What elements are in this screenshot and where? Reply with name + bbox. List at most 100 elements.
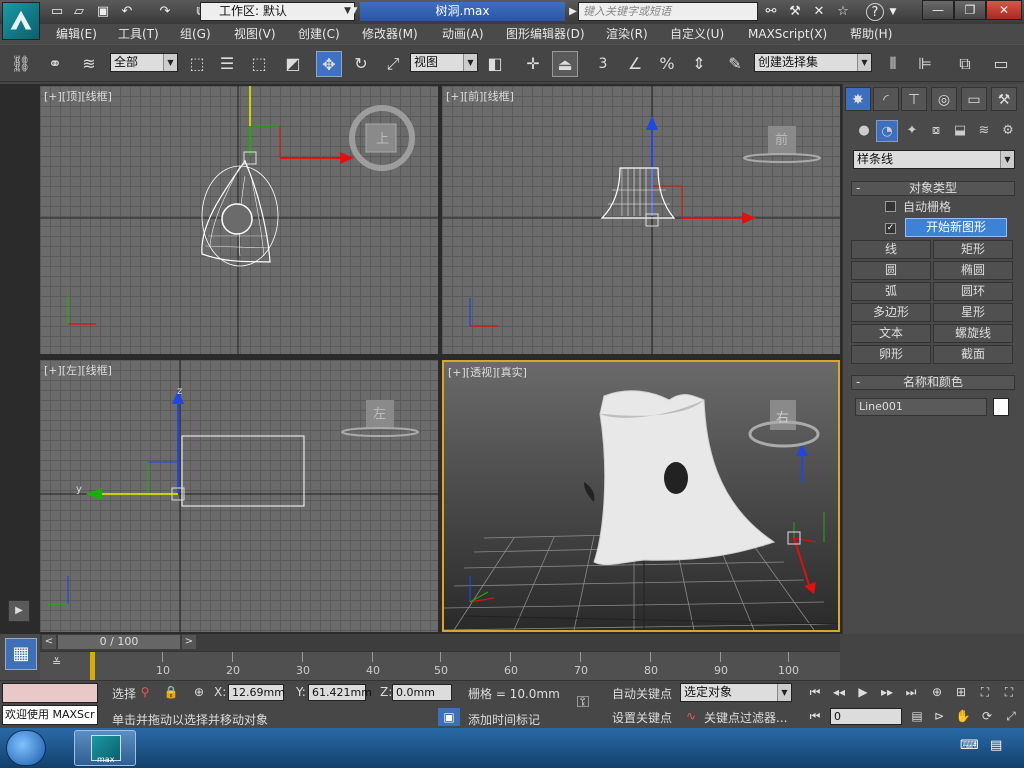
- modify-tab-icon[interactable]: ◜: [873, 87, 899, 111]
- x-coordinate-field[interactable]: 12.69mm: [228, 684, 285, 701]
- field-of-view-icon[interactable]: ⊳: [928, 707, 950, 725]
- isolate-selection-icon[interactable]: ⚲: [134, 683, 156, 701]
- workspace-dropdown[interactable]: 工作区: 默认 ▼: [200, 2, 355, 21]
- pan-view-icon[interactable]: ✋: [952, 707, 974, 725]
- next-frame-icon[interactable]: >: [182, 635, 196, 649]
- time-marker[interactable]: [90, 652, 95, 680]
- z-coordinate-field[interactable]: 0.0mm: [392, 684, 452, 701]
- viewport-layouts-icon[interactable]: ▦: [5, 638, 37, 670]
- manipulate-icon[interactable]: ✛: [520, 51, 546, 77]
- search-input[interactable]: 键入关键字或短语: [578, 2, 758, 21]
- cameras-icon[interactable]: ⧇: [925, 120, 947, 142]
- zoom-icon[interactable]: ⊕: [926, 683, 948, 701]
- zoom-all-icon[interactable]: ⊞: [950, 683, 972, 701]
- select-and-link-icon[interactable]: ⛓: [8, 51, 34, 77]
- systems-icon[interactable]: ⚙: [997, 120, 1019, 142]
- mini-curve-editor-icon[interactable]: ≚: [52, 656, 74, 676]
- reference-coordinate-dropdown[interactable]: 视图 ▼: [410, 53, 478, 72]
- y-coordinate-field[interactable]: 61.421mm: [308, 684, 372, 701]
- menu-maxscript[interactable]: MAXScript(X): [748, 24, 827, 44]
- shape-circle-button[interactable]: 圆: [851, 261, 931, 280]
- pivot-center-icon[interactable]: ◧: [482, 51, 508, 77]
- shape-donut-button[interactable]: 圆环: [933, 282, 1013, 301]
- unlink-icon[interactable]: ⚭: [42, 51, 68, 77]
- select-object-icon[interactable]: ⬚: [184, 51, 210, 77]
- utilities-tab-icon[interactable]: ⚒: [991, 87, 1017, 111]
- orbit-icon[interactable]: ⟳: [976, 707, 998, 725]
- open-file-icon[interactable]: ▱: [70, 3, 88, 21]
- key-mode-toggle-icon[interactable]: ⏮: [804, 707, 826, 725]
- viewport-left[interactable]: [+][左][线框] z y 左: [40, 360, 438, 632]
- maximize-viewport-icon[interactable]: ⤢: [1000, 707, 1022, 725]
- layer-manager-icon[interactable]: ⧉: [952, 51, 978, 77]
- application-menu-button[interactable]: [2, 2, 40, 40]
- space-warps-icon[interactable]: ≋: [973, 120, 995, 142]
- keyboard-shortcut-override-icon[interactable]: ⏏: [552, 51, 578, 77]
- auto-key-button[interactable]: 自动关键点: [612, 685, 672, 702]
- menu-graph-editors[interactable]: 图形编辑器(D): [506, 24, 585, 44]
- maxscript-mini-listener[interactable]: 欢迎使用 MAXScr: [2, 705, 98, 725]
- selection-lock-icon[interactable]: 🔒: [160, 683, 182, 701]
- binoculars-icon[interactable]: ⚯: [762, 3, 780, 21]
- zoom-extents-all-icon[interactable]: ⛶: [998, 683, 1020, 701]
- minimize-button[interactable]: —: [922, 0, 954, 20]
- viewport-top[interactable]: [+][顶][线框] 上: [40, 86, 438, 354]
- key-filters-button[interactable]: 关键点过滤器...: [704, 709, 787, 726]
- object-color-swatch[interactable]: [993, 398, 1009, 416]
- shape-text-button[interactable]: 文本: [851, 324, 931, 343]
- select-and-move-icon[interactable]: ✥: [316, 51, 342, 77]
- mirror-icon[interactable]: ⫴: [880, 51, 906, 77]
- go-to-start-icon[interactable]: ⏮: [804, 683, 826, 701]
- rectangular-selection-icon[interactable]: ⬚: [246, 51, 272, 77]
- maximize-button[interactable]: ❐: [954, 0, 986, 20]
- favorites-star-icon[interactable]: ☆: [834, 3, 852, 21]
- menu-group[interactable]: 组(G): [180, 24, 211, 44]
- bind-space-warp-icon[interactable]: ≋: [76, 51, 102, 77]
- current-frame-field[interactable]: 0: [830, 708, 902, 725]
- viewport-perspective[interactable]: [+][透视][真实] 右: [442, 360, 840, 632]
- named-selection-dropdown[interactable]: 创建选择集 ▼: [754, 53, 872, 72]
- save-file-icon[interactable]: ▣: [94, 3, 112, 21]
- keyboard-tray-icon[interactable]: ⌨: [960, 738, 979, 753]
- menu-edit[interactable]: 编辑(E): [56, 24, 97, 44]
- previous-frame-icon[interactable]: ◂◂: [828, 683, 850, 701]
- go-to-end-icon[interactable]: ⏭: [900, 683, 922, 701]
- start-new-shape-checkbox[interactable]: ✓: [885, 223, 896, 234]
- geometry-icon[interactable]: ●: [853, 120, 875, 142]
- default-in-out-tangent-key-icon[interactable]: ⚿: [572, 693, 594, 711]
- undo-icon[interactable]: ↶: [118, 3, 136, 21]
- menu-customize[interactable]: 自定义(U): [670, 24, 724, 44]
- shape-arc-button[interactable]: 弧: [851, 282, 931, 301]
- communication-icon[interactable]: ✕: [810, 3, 828, 21]
- start-button[interactable]: [6, 730, 46, 766]
- edit-named-selection-icon[interactable]: ✎: [722, 51, 748, 77]
- create-tab-icon[interactable]: ✸: [845, 87, 871, 111]
- select-and-scale-icon[interactable]: ⤢: [380, 51, 406, 77]
- add-time-tag-button[interactable]: 添加时间标记: [468, 711, 540, 728]
- shape-ngon-button[interactable]: 多边形: [851, 303, 931, 322]
- set-key-button[interactable]: 设置关键点: [612, 709, 672, 726]
- menu-modifiers[interactable]: 修改器(M): [362, 24, 418, 44]
- help-dropdown-icon[interactable]: ▼: [884, 3, 902, 21]
- shape-star-button[interactable]: 星形: [933, 303, 1013, 322]
- window-crossing-icon[interactable]: ◩: [280, 51, 306, 77]
- frame-readout[interactable]: 0 / 100: [58, 635, 180, 649]
- help-icon[interactable]: ?: [866, 3, 884, 21]
- subscription-icon[interactable]: ⚒: [786, 3, 804, 21]
- object-name-input[interactable]: Line001: [855, 398, 987, 416]
- shapes-icon[interactable]: ◔: [876, 120, 898, 142]
- spinner-snap-icon[interactable]: ⇕: [686, 51, 712, 77]
- network-tray-icon[interactable]: ▤: [990, 738, 1002, 753]
- menu-animation[interactable]: 动画(A): [442, 24, 484, 44]
- lights-icon[interactable]: ✦: [901, 120, 923, 142]
- new-file-icon[interactable]: ▭: [48, 3, 66, 21]
- expand-viewport-icon[interactable]: ▶: [8, 600, 30, 622]
- angle-snap-icon[interactable]: ∠: [622, 51, 648, 77]
- menu-views[interactable]: 视图(V): [234, 24, 276, 44]
- snaps-toggle-icon[interactable]: 3: [590, 51, 616, 77]
- name-and-color-rollout[interactable]: - 名称和颜色: [851, 375, 1015, 390]
- next-frame-icon[interactable]: ▸▸: [876, 683, 898, 701]
- zoom-extents-icon[interactable]: ⛶: [974, 683, 996, 701]
- start-new-shape-button[interactable]: 开始新图形: [905, 218, 1007, 237]
- maxscript-mini-listener-top[interactable]: [2, 683, 98, 703]
